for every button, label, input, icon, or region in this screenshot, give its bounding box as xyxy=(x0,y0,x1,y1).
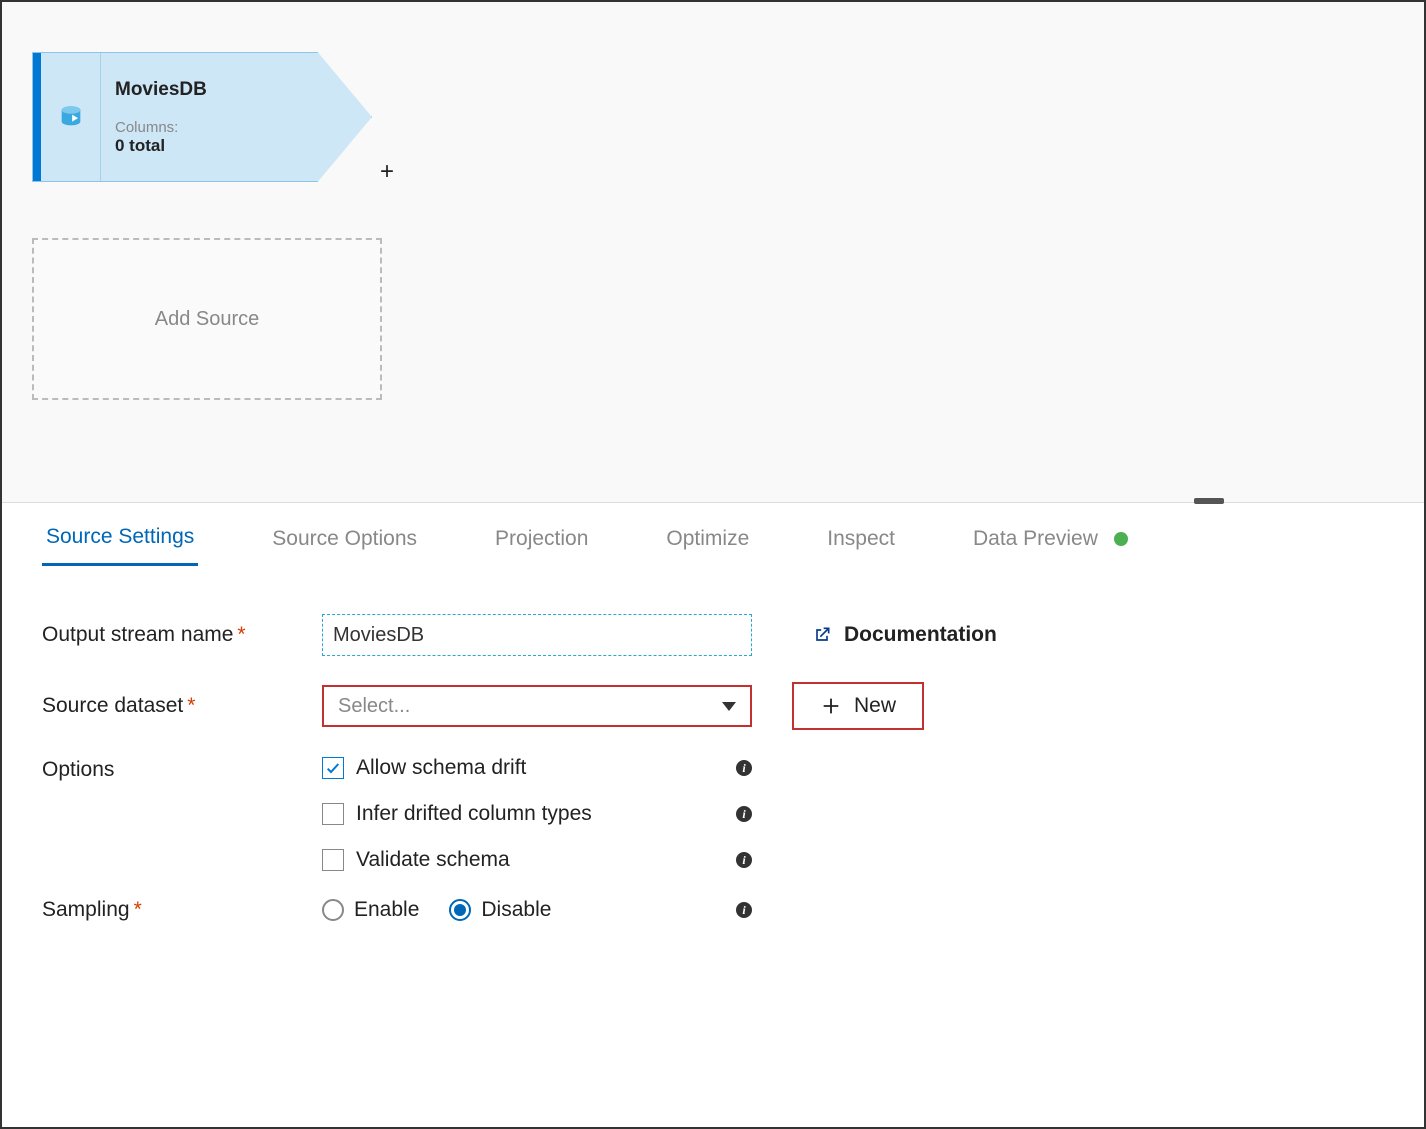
source-dataset-placeholder: Select... xyxy=(338,695,410,718)
radio-checked-icon xyxy=(449,899,471,921)
radio-unchecked-icon xyxy=(322,899,344,921)
required-asterisk: * xyxy=(134,898,142,921)
chevron-down-icon xyxy=(722,702,736,711)
external-link-icon xyxy=(812,625,832,645)
source-dataset-select[interactable]: Select... xyxy=(322,685,752,727)
documentation-label: Documentation xyxy=(844,623,997,647)
documentation-link[interactable]: Documentation xyxy=(812,623,997,647)
node-columns-label: Columns: xyxy=(115,119,357,136)
panel-resize-handle[interactable] xyxy=(1194,498,1224,504)
node-accent-bar xyxy=(33,53,41,181)
info-icon[interactable]: i xyxy=(736,760,752,776)
sampling-enable-radio[interactable]: Enable xyxy=(322,898,419,922)
options-label: Options xyxy=(42,756,322,782)
info-icon[interactable]: i xyxy=(736,902,752,918)
new-button-label: New xyxy=(854,694,896,718)
info-icon[interactable]: i xyxy=(736,806,752,822)
node-title: MoviesDB xyxy=(115,79,357,101)
sampling-label: Sampling* xyxy=(42,898,322,922)
add-source-button[interactable]: Add Source xyxy=(32,238,382,400)
sampling-text: Sampling xyxy=(42,898,130,921)
tab-source-options[interactable]: Source Options xyxy=(268,519,421,565)
source-dataset-text: Source dataset xyxy=(42,694,183,717)
allow-schema-drift-checkbox[interactable] xyxy=(322,757,344,779)
output-stream-name-text: Output stream name xyxy=(42,623,233,646)
source-dataset-label: Source dataset* xyxy=(42,694,322,718)
check-icon xyxy=(325,760,341,776)
tab-data-preview[interactable]: Data Preview xyxy=(969,519,1132,565)
source-settings-panel: Output stream name* Documentation Source… xyxy=(2,566,1424,996)
status-dot-icon xyxy=(1114,532,1128,546)
required-asterisk: * xyxy=(187,694,195,717)
output-stream-name-input[interactable] xyxy=(322,614,752,656)
infer-drifted-checkbox[interactable] xyxy=(322,803,344,825)
output-stream-name-label: Output stream name* xyxy=(42,623,322,647)
sampling-disable-radio[interactable]: Disable xyxy=(449,898,551,922)
info-icon[interactable]: i xyxy=(736,852,752,868)
validate-schema-label: Validate schema xyxy=(356,848,510,872)
sampling-disable-label: Disable xyxy=(481,898,551,922)
add-source-label: Add Source xyxy=(155,308,260,331)
settings-tabs: Source Settings Source Options Projectio… xyxy=(2,502,1424,566)
plus-icon xyxy=(820,695,842,717)
node-icon-column xyxy=(41,53,101,181)
tab-projection[interactable]: Projection xyxy=(491,519,592,565)
allow-schema-drift-label: Allow schema drift xyxy=(356,756,526,780)
database-source-icon xyxy=(57,103,85,131)
new-dataset-button[interactable]: New xyxy=(792,682,924,730)
dataflow-canvas: MoviesDB Columns: 0 total + Add Source xyxy=(2,2,1424,502)
tab-inspect[interactable]: Inspect xyxy=(823,519,899,565)
tab-source-settings[interactable]: Source Settings xyxy=(42,517,198,566)
required-asterisk: * xyxy=(237,623,245,646)
node-columns-count: 0 total xyxy=(115,136,357,156)
validate-schema-checkbox[interactable] xyxy=(322,849,344,871)
tab-optimize[interactable]: Optimize xyxy=(662,519,753,565)
infer-drifted-label: Infer drifted column types xyxy=(356,802,592,826)
source-node-moviesdb[interactable]: MoviesDB Columns: 0 total xyxy=(32,52,372,182)
add-transformation-plus-icon[interactable]: + xyxy=(380,158,394,186)
tab-data-preview-label: Data Preview xyxy=(973,527,1098,550)
sampling-enable-label: Enable xyxy=(354,898,419,922)
